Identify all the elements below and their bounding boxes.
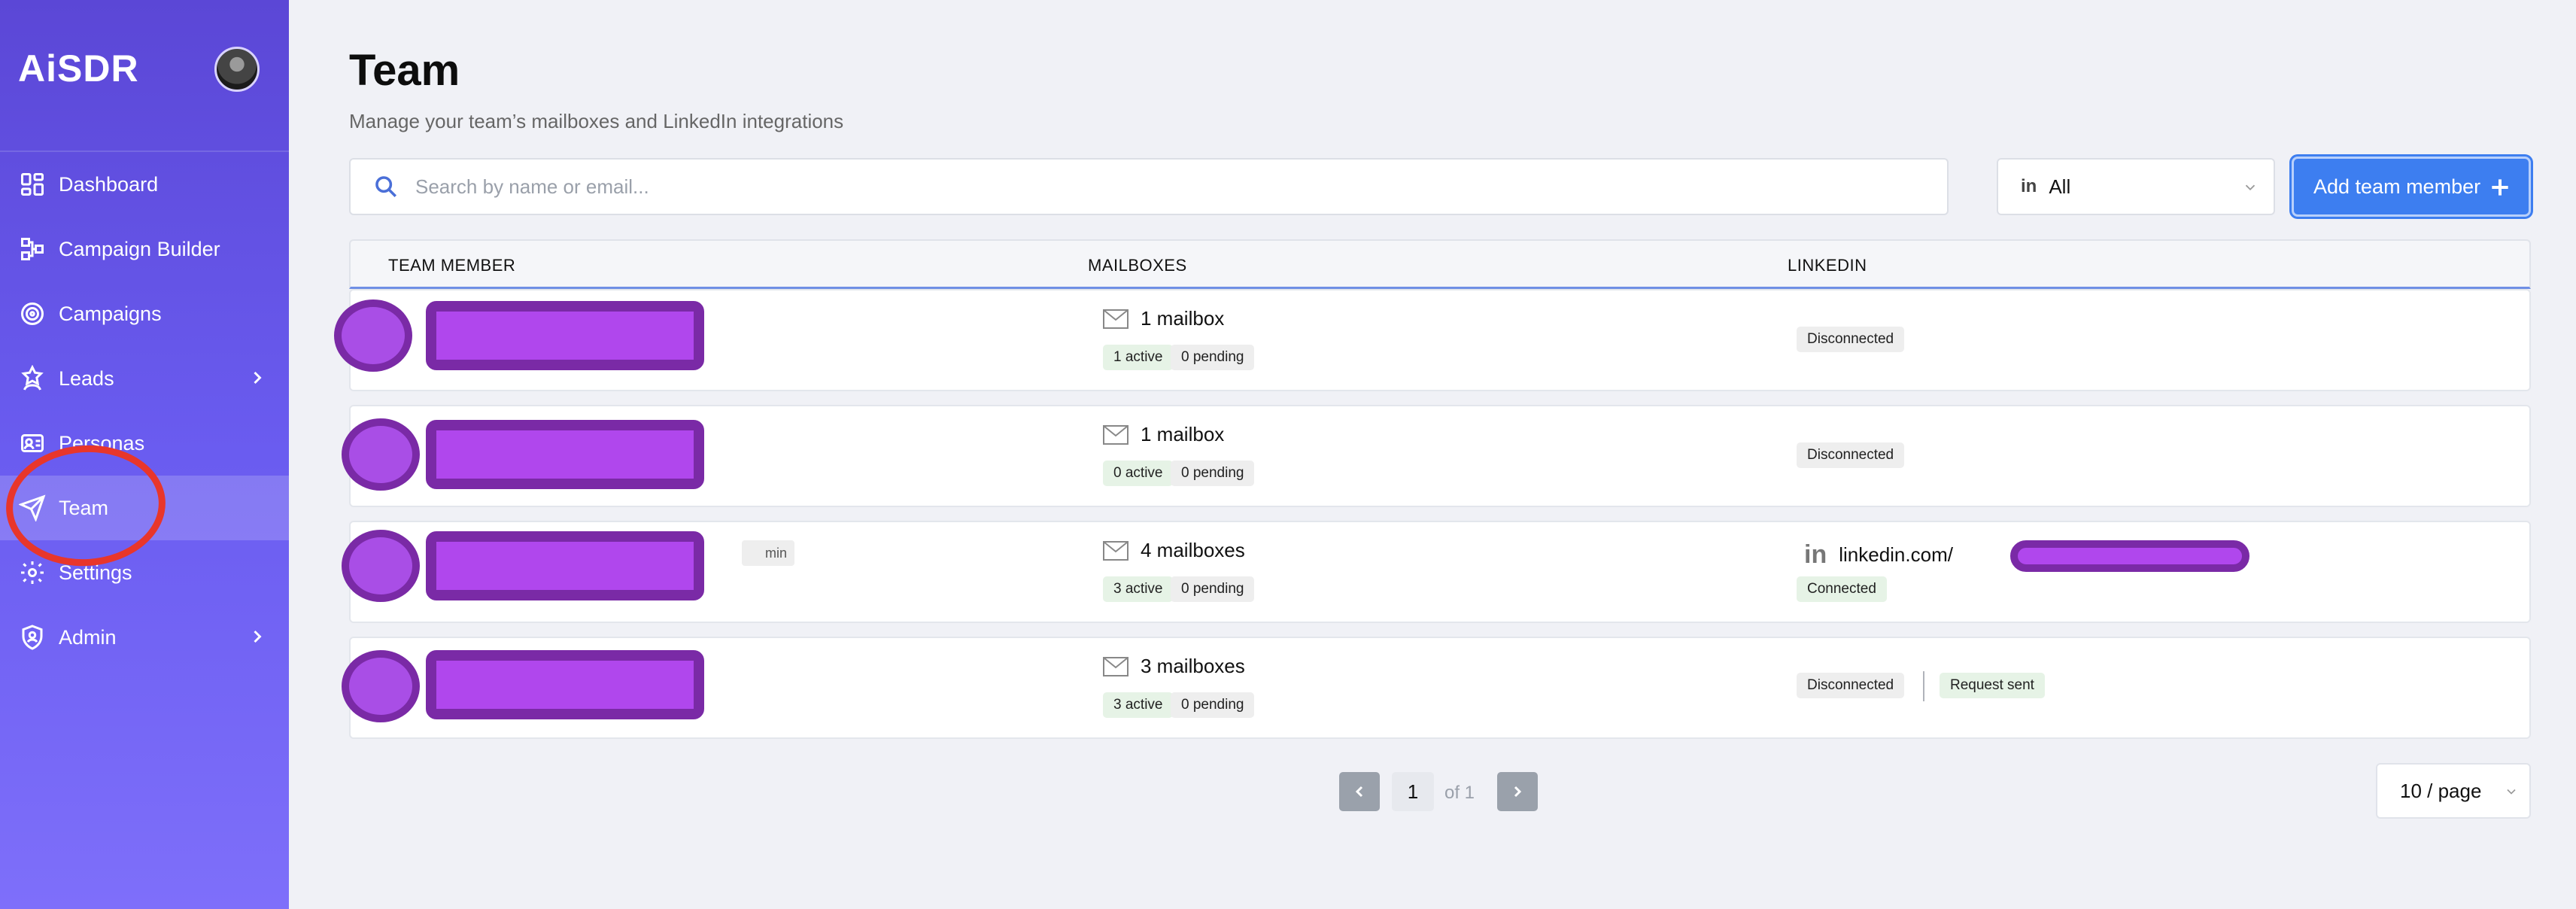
sidebar-item-campaigns[interactable]: Campaigns [0,281,289,346]
sidebar-item-campaign-builder[interactable]: Campaign Builder [0,217,289,281]
redacted-linkedin-handle [2010,540,2249,572]
column-header-team-member: TEAM MEMBER [388,256,516,275]
pending-badge: 0 pending [1171,576,1255,602]
avatar[interactable] [214,47,260,92]
sidebar-item-team[interactable]: Team [0,476,289,540]
page-subtitle: Manage your team’s mailboxes and LinkedI… [349,110,844,132]
chevron-right-icon [247,367,268,388]
redacted-name [426,301,704,370]
search-input[interactable] [415,175,1845,199]
add-team-member-label: Add team member [2313,175,2481,198]
brand-logo[interactable]: AiSDR [18,47,139,90]
column-header-linkedin: LINKEDIN [1788,256,1867,275]
sidebar-item-label: Admin [59,625,117,649]
active-badge: 0 active [1103,461,1174,486]
filter-value: All [2049,175,2071,198]
chevron-left-icon [1355,786,1363,798]
sidebar-item-personas[interactable]: Personas [0,411,289,476]
admin-badge: min [742,540,794,566]
chevron-right-icon [1514,786,1522,798]
main-content: Team Manage your team’s mailboxes and Li… [289,0,2576,909]
gear-icon [18,558,47,587]
target-icon [18,299,47,328]
star-person-icon [18,364,47,393]
sidebar-header: AiSDR [0,0,289,152]
envelope-icon [1103,309,1129,329]
redacted-name [426,531,704,600]
shield-user-icon [18,623,47,652]
sidebar-item-settings[interactable]: Settings [0,540,289,605]
linkedin-status-badge: Disconnected [1797,327,1905,352]
sidebar-item-admin[interactable]: Admin [0,605,289,670]
table-row[interactable]: 3 mailboxes 3 active 0 pending Disconnec… [342,637,2531,739]
table-row[interactable]: min 4 mailboxes 3 active 0 pending in li… [342,521,2531,623]
redacted-name [426,420,704,489]
pending-badge: 0 pending [1171,461,1255,486]
pending-badge: 0 pending [1171,345,1255,370]
linkedin-status-badge: Disconnected [1797,673,1905,698]
column-header-mailboxes: MAILBOXES [1088,256,1187,275]
linkedin-status-badge: Connected [1797,576,1887,602]
sidebar-nav: Dashboard Campaign Builder Campaigns Lea… [0,152,289,670]
envelope-icon [1103,424,1129,445]
redacted-avatar [342,650,420,722]
sidebar-item-label: Leads [59,366,114,390]
sidebar: AiSDR Dashboard Campaign Builder Campaig… [0,0,289,909]
redacted-avatar [342,530,420,602]
sidebar-item-label: Personas [59,431,145,454]
plus-icon [2492,179,2508,196]
add-team-member-button[interactable]: Add team member [2292,157,2531,217]
page-total: of 1 [1444,783,1475,803]
mailbox-count: 1 mailbox [1103,423,1224,446]
campaign-builder-icon [18,235,47,263]
sidebar-item-label: Settings [59,561,132,584]
table-row[interactable]: 1 mailbox 0 active 0 pending Disconnecte… [342,405,2531,507]
sidebar-item-label: Campaign Builder [59,237,220,260]
persona-icon [18,429,47,458]
sidebar-item-label: Dashboard [59,172,159,196]
redacted-avatar [342,418,420,491]
redacted-avatar [334,299,412,372]
page-size-select[interactable]: 10 / page [2376,763,2531,819]
current-page[interactable]: 1 [1392,772,1434,811]
table-header: TEAM MEMBER MAILBOXES LINKEDIN [349,239,2531,289]
linkedin-icon: in [1804,540,1827,569]
paper-plane-icon [18,494,47,522]
pending-badge: 0 pending [1171,692,1255,718]
table-row[interactable]: 1 mailbox 1 active 0 pending Disconnecte… [334,289,2531,391]
chevron-down-icon [2507,789,2516,795]
next-page-button[interactable] [1497,772,1538,811]
request-sent-badge: Request sent [1940,673,2045,698]
dashboard-icon [18,170,47,199]
chevron-down-icon [2242,179,2259,199]
active-badge: 1 active [1103,345,1174,370]
linkedin-profile-link[interactable]: in linkedin.com/ [1804,540,1953,570]
search-icon [375,176,397,198]
mailbox-count: 3 mailboxes [1103,655,1245,678]
sidebar-item-label: Campaigns [59,302,162,325]
linkedin-filter-select[interactable]: in All [1997,158,2275,215]
page-size-value: 10 / page [2400,779,2482,802]
sidebar-item-leads[interactable]: Leads [0,346,289,411]
redacted-name [426,650,704,719]
active-badge: 3 active [1103,692,1174,718]
previous-page-button[interactable] [1339,772,1380,811]
linkedin-icon: in [2021,176,2037,196]
sidebar-item-label: Team [59,496,109,519]
chevron-right-icon [247,626,268,647]
active-badge: 3 active [1103,576,1174,602]
sidebar-item-dashboard[interactable]: Dashboard [0,152,289,217]
linkedin-status-badge: Disconnected [1797,442,1905,468]
envelope-icon [1103,656,1129,676]
envelope-icon [1103,540,1129,561]
mailbox-count: 1 mailbox [1103,307,1224,330]
search-box[interactable] [349,158,1949,215]
page-title: Team [349,46,460,95]
mailbox-count: 4 mailboxes [1103,539,1245,562]
divider [1923,671,1924,701]
